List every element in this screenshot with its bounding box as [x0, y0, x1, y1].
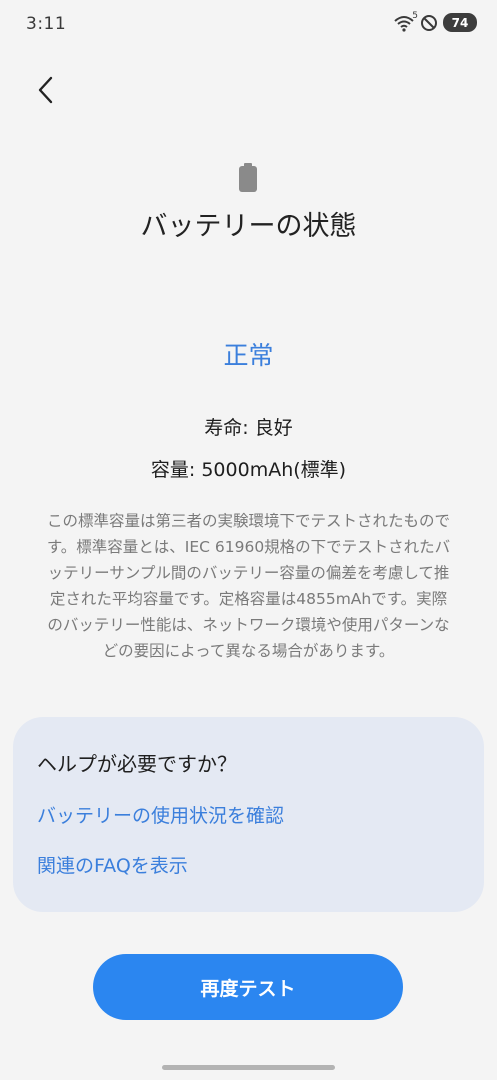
battery-level-text: 74 [451, 15, 469, 30]
retest-button[interactable]: 再度テスト [93, 954, 403, 1020]
status-icons: 5 74 [393, 10, 477, 32]
faq-link[interactable]: 関連のFAQを表示 [37, 851, 188, 878]
back-button[interactable] [26, 72, 66, 112]
home-indicator[interactable] [162, 1065, 335, 1070]
battery-life-text: 寿命: 良好 [204, 417, 293, 439]
do-not-disturb-icon [420, 14, 438, 32]
help-card: ヘルプが必要ですか？ バッテリーの使用状況を確認 関連のFAQを表示 [13, 717, 484, 912]
battery-level-badge: 74 [443, 13, 477, 32]
chevron-left-icon [36, 75, 56, 109]
help-title: ヘルプが必要ですか？ [37, 752, 237, 776]
status-time: 3:11 [26, 14, 67, 34]
wifi-icon: 5 [393, 10, 418, 32]
battery-usage-link[interactable]: バッテリーの使用状況を確認 [37, 801, 284, 828]
battery-icon [236, 163, 260, 193]
battery-status-value: 正常 [223, 341, 274, 370]
page-title: バッテリーの状態 [140, 211, 357, 242]
status-bar: 3:11 5 74 [0, 0, 497, 48]
wifi-band-label: 5 [412, 10, 418, 21]
battery-capacity-text: 容量: 5000mAh(標準) [150, 459, 347, 481]
capacity-description: この標準容量は第三者の実験環境下でテストされたものです。標準容量とは、IEC 6… [46, 512, 451, 660]
